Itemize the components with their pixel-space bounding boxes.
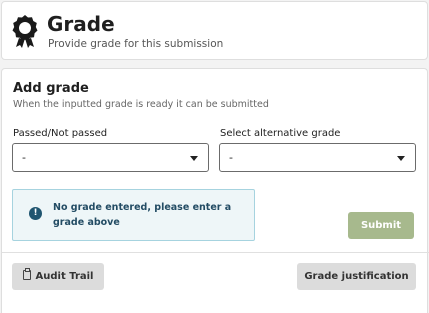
clipboard-icon: [22, 268, 31, 280]
section-title: Add grade: [13, 81, 89, 96]
select-value: -: [22, 151, 26, 164]
passed-not-passed-label: Passed/Not passed: [13, 128, 108, 139]
add-grade-card: Add grade When the inputted grade is rea…: [1, 68, 429, 313]
grade-header-card: Grade Provide grade for this submission: [1, 1, 428, 60]
award-ribbon-icon: [12, 15, 38, 48]
page-subtitle: Provide grade for this submission: [48, 38, 224, 50]
audit-trail-label: Audit Trail: [35, 271, 94, 282]
alternative-grade-select[interactable]: -: [219, 143, 416, 172]
caret-down-icon: [190, 156, 198, 161]
grade-justification-button[interactable]: Grade justification: [297, 263, 416, 290]
audit-trail-button[interactable]: Audit Trail: [12, 263, 104, 290]
section-description: When the inputted grade is ready it can …: [13, 99, 269, 110]
page-title: Grade: [47, 12, 115, 36]
select-value: -: [229, 151, 233, 164]
passed-not-passed-select[interactable]: -: [12, 143, 209, 172]
alert-message: No grade entered, please enter a grade a…: [53, 202, 232, 228]
divider: [2, 252, 429, 253]
no-grade-alert: ! No grade entered, please enter a grade…: [12, 189, 255, 241]
exclamation-circle-icon: !: [29, 207, 42, 220]
caret-down-icon: [397, 156, 405, 161]
submit-button[interactable]: Submit: [348, 212, 414, 239]
alternative-grade-label: Select alternative grade: [220, 128, 341, 139]
